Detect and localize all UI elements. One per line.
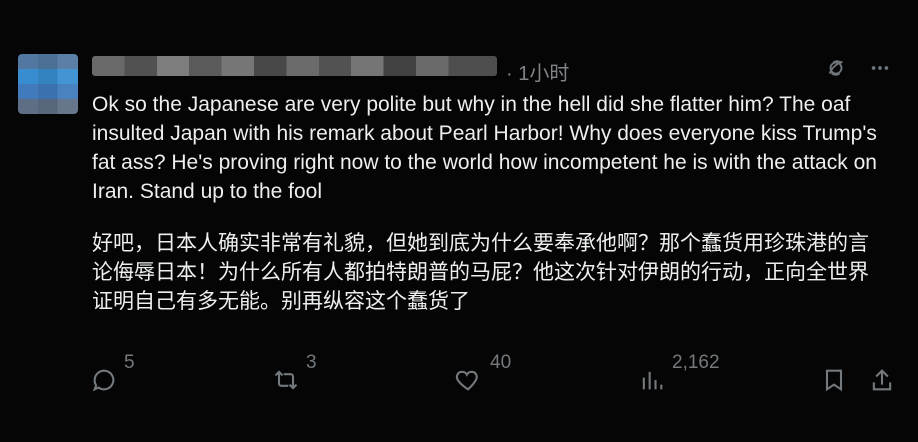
avatar[interactable] [18,54,78,114]
heart-icon [455,370,478,391]
username-redacted[interactable] [92,56,497,76]
reply-icon [92,369,115,392]
reply-count: 5 [124,352,135,373]
views-icon [642,371,663,390]
share-icon [872,369,892,391]
repost-count: 3 [306,352,317,373]
more-icon[interactable] [868,56,892,80]
bookmark-icon [825,369,843,392]
post-timestamp[interactable]: · 1小时 [506,57,569,86]
post-header-actions [824,56,892,80]
like-count: 40 [490,352,512,373]
post-card[interactable]: · 1小时 Ok so the Japanese are very polite… [0,0,918,442]
post-actions: 5 3 40 2,162 [0,352,918,396]
post-text-chinese: 好吧，日本人确实非常有礼貌，但她到底为什么要奉承他啊？那个蠢货用珍珠港的言论侮辱… [92,232,869,313]
grok-icon[interactable] [824,56,848,80]
post-text-english: Ok so the Japanese are very polite but w… [92,93,877,203]
repost-icon [274,370,298,390]
views-count: 2,162 [672,352,720,373]
